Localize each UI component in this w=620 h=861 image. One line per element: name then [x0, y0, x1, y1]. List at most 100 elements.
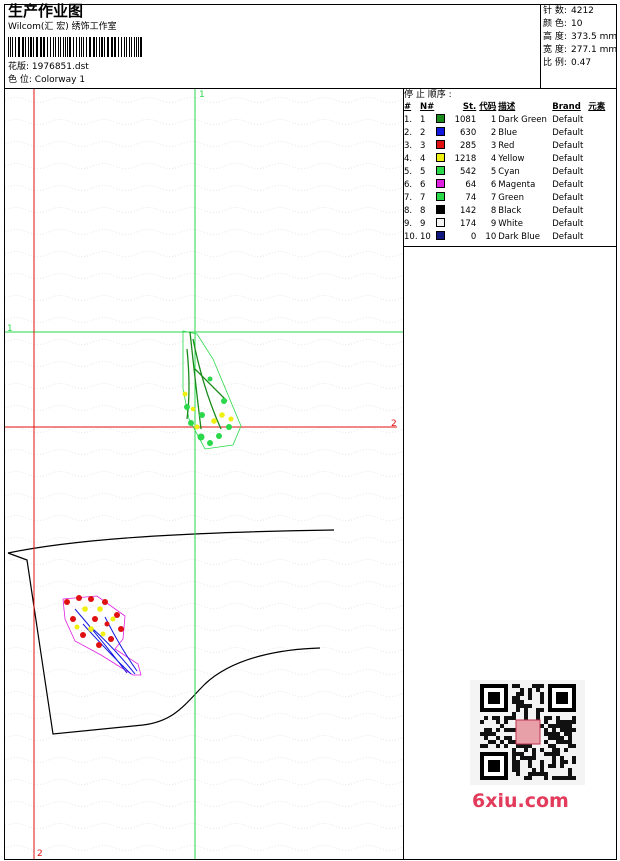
qr-module	[568, 776, 572, 780]
cell-code: 9	[490, 219, 497, 229]
qr-module	[488, 732, 492, 736]
qr-module	[532, 756, 536, 760]
barcode-bar	[96, 37, 97, 57]
thread-swatch	[436, 114, 446, 123]
cell-idx: 9.	[404, 219, 413, 229]
qr-module	[492, 716, 496, 720]
barcode-bar	[63, 37, 64, 57]
qr-module	[528, 772, 532, 776]
cell-idx: 6.	[404, 180, 413, 190]
thread-swatch	[436, 153, 446, 162]
col-code: 代码	[479, 102, 497, 112]
qr-module	[520, 704, 524, 708]
qr-module	[536, 772, 540, 776]
qr-module	[496, 716, 500, 720]
qr-module	[544, 716, 548, 720]
cell-element	[587, 127, 613, 140]
qr-module	[560, 756, 564, 760]
barcode-bar	[121, 37, 122, 57]
qr-module	[552, 732, 556, 736]
qr-module	[512, 764, 516, 768]
table-row: 10. 10 0 10 Dark Blue Default	[403, 231, 613, 244]
qr-module	[564, 724, 568, 728]
qr-module	[564, 728, 568, 732]
qr-module	[520, 688, 524, 692]
qr-module	[496, 720, 500, 724]
qr-module	[508, 736, 512, 740]
qr-module	[508, 716, 512, 720]
qr-module	[572, 744, 576, 748]
cell-element	[587, 140, 613, 153]
qr-module	[568, 732, 572, 736]
qr-module	[540, 700, 544, 704]
col-brand: Brand	[552, 102, 581, 112]
cell-brand: Default	[552, 167, 584, 177]
qr-module	[548, 736, 552, 740]
qr-module	[572, 760, 576, 764]
barcode-bar	[15, 37, 16, 57]
stitch-cell: 142	[435, 205, 477, 218]
qr-module	[560, 720, 564, 724]
qr-module	[492, 732, 496, 736]
barcode-bar	[136, 37, 137, 57]
qr-module	[540, 708, 544, 712]
barcode-bar	[22, 37, 24, 57]
stitch-cell: 74	[435, 192, 477, 205]
cell-desc: Yellow	[498, 154, 525, 164]
barcode-bar	[43, 37, 45, 57]
cell-brand: Default	[552, 219, 584, 229]
qr-module	[516, 772, 520, 776]
cell-idx: 7.	[404, 193, 413, 203]
stitch-cell: 64	[435, 179, 477, 192]
cell-n: 5	[420, 167, 426, 177]
table-row: 1. 1 1081 1 Dark Green Default	[403, 114, 613, 127]
qr-module	[524, 744, 528, 748]
qr-module	[520, 700, 524, 704]
qr-module	[560, 760, 564, 764]
qr-module	[496, 736, 500, 740]
thread-swatch	[436, 179, 446, 188]
qr-module	[564, 720, 568, 724]
qr-module	[552, 744, 556, 748]
cell-code: 4	[490, 154, 497, 164]
stitch-cell: 285	[435, 140, 477, 153]
qr-module	[540, 760, 544, 764]
qr-module	[544, 772, 548, 776]
qr-module	[516, 684, 520, 688]
barcode-bar	[40, 37, 42, 57]
thread-swatch	[436, 205, 446, 214]
colorway-line: 色 位: Colorway 1	[8, 75, 85, 86]
cell-n: 10	[420, 232, 431, 242]
col-description: 描述	[498, 102, 516, 112]
cell-desc: Black	[498, 206, 522, 216]
qr-module	[524, 716, 528, 720]
cell-idx: 1.	[404, 115, 413, 125]
qr-module	[540, 768, 544, 772]
cell-element	[587, 205, 613, 218]
guide-label-v-red: 2	[37, 849, 43, 859]
col-needle: N#	[420, 102, 435, 112]
qr-module	[484, 716, 488, 720]
qr-module	[540, 684, 544, 688]
cell-element	[587, 231, 613, 244]
stat-height: 高 度: 373.5 mm	[543, 32, 618, 42]
cell-code: 2	[490, 128, 497, 138]
barcode-bar	[129, 37, 130, 57]
qr-module	[528, 760, 532, 764]
barcode-bar	[99, 37, 100, 57]
qr-module	[516, 700, 520, 704]
guide-label-h-green: 1	[7, 324, 13, 334]
stitch-cell: 174	[435, 218, 477, 231]
qr-module	[552, 752, 556, 756]
colorway-label: 色 位:	[8, 75, 32, 85]
cell-n: 2	[420, 128, 426, 138]
qr-module	[528, 764, 532, 768]
thread-swatch	[436, 166, 446, 175]
qr-module	[520, 756, 524, 760]
qr-module	[564, 760, 568, 764]
cell-desc: Dark Green	[498, 115, 547, 125]
qr-module	[544, 740, 548, 744]
qr-module	[524, 756, 528, 760]
qr-module	[536, 712, 540, 716]
barcode-bar	[53, 37, 54, 57]
